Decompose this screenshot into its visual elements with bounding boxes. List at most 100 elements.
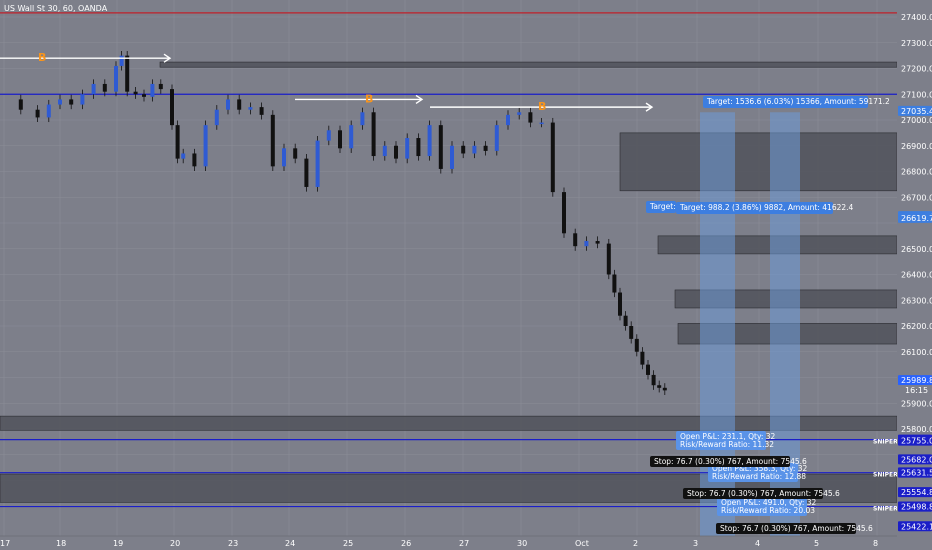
- time-axis-label: 24: [285, 539, 295, 548]
- level-tag: SNIPER: [873, 472, 898, 479]
- candle-body: [175, 125, 180, 159]
- candle-body: [483, 145, 488, 151]
- buy-marker: B: [38, 51, 46, 64]
- time-axis-label: 27: [459, 539, 469, 548]
- candle-body: [46, 104, 51, 118]
- candle-body: [119, 55, 124, 66]
- open-pl-label-text: Risk/Reward Ratio: 12.88: [712, 472, 806, 481]
- price-axis-label: 25554.8: [901, 488, 932, 497]
- candle-body: [125, 55, 130, 92]
- candle-body: [293, 148, 298, 159]
- price-axis-label: 26200.0: [901, 322, 932, 331]
- chart-title: US Wall St 30, 60, OANDA: [4, 4, 108, 13]
- price-axis-label: 25755.0: [901, 437, 932, 446]
- stop-label-text: Stop: 76.7 (0.30%) 767, Amount: 7545.6: [654, 457, 807, 466]
- price-axis-label: 27300.0: [901, 39, 932, 48]
- stop-label: Stop: 76.7 (0.30%) 767, Amount: 7545.6: [716, 523, 873, 534]
- candle-body: [394, 145, 398, 159]
- candle-body: [237, 99, 242, 110]
- candle-body: [282, 148, 286, 167]
- price-axis-label: 25422.1: [901, 522, 932, 531]
- zone-box: [0, 415, 898, 431]
- candle-body: [623, 315, 628, 326]
- level-tag: SNIPER: [873, 439, 898, 446]
- target-label: Target: 988.2 (3.86%) 9882, Amount: 4162…: [676, 202, 854, 214]
- candle-body: [472, 145, 477, 154]
- candle-body: [203, 125, 208, 167]
- candle-body: [651, 374, 656, 386]
- candle-body: [506, 114, 510, 126]
- candle-body: [618, 292, 622, 316]
- open-pl-label: Open P&L: 491.0, Qty: 32Risk/Reward Rati…: [717, 497, 817, 516]
- time-axis-label: 26: [401, 539, 411, 548]
- target-label-text: Target: 1536.6 (6.03%) 15366, Amount: 59…: [706, 97, 890, 106]
- candle-body: [214, 109, 219, 126]
- candle-body: [606, 243, 611, 275]
- candle-body: [349, 125, 354, 149]
- candle-body: [181, 153, 186, 159]
- zone-box: [159, 61, 898, 68]
- candle-body: [562, 192, 566, 234]
- open-pl-label-text: Risk/Reward Ratio: 20.03: [721, 506, 815, 515]
- price-axis-label: 27000.0: [901, 116, 932, 125]
- open-pl-label: Open P&L: 231.1, Qty: 32Risk/Reward Rati…: [676, 431, 776, 450]
- zone-box: [619, 132, 898, 192]
- time-axis-label: 17: [0, 539, 10, 548]
- price-axis[interactable]: 27400.0 27300.0 27200.0 27100.0 27035.427000…: [897, 0, 932, 536]
- time-axis-label: 23: [228, 539, 238, 548]
- candle-body: [360, 112, 365, 126]
- stop-label: Stop: 76.7 (0.30%) 767, Amount: 7545.6: [683, 488, 840, 499]
- target-label: Target: 1536.6 (6.03%) 15366, Amount: 59…: [703, 96, 890, 108]
- level-tag: SNIPER: [873, 506, 898, 513]
- price-axis-label: 26700.0: [901, 193, 932, 202]
- time-axis[interactable]: 17 18 19 20 23 24 25 26 27 30 Oct 2 3 4 5 8: [0, 535, 932, 550]
- time-axis-label: 4: [755, 539, 760, 548]
- price-axis-label: 25498.8: [901, 503, 932, 512]
- price-axis-label: 25631.5: [901, 468, 932, 477]
- time-axis-label: 30: [517, 539, 527, 548]
- price-axis-label: 26400.0: [901, 271, 932, 280]
- price-axis-label: 25900.0: [901, 399, 932, 408]
- candle-body: [528, 112, 533, 123]
- candle-body: [646, 364, 650, 375]
- stop-label-text: Stop: 76.7 (0.30%) 767, Amount: 7545.6: [687, 489, 840, 498]
- price-chart[interactable]: B B B Target: 1536.6 (6.03%) 15366, Amount…: [0, 0, 932, 550]
- candle-body: [338, 130, 342, 149]
- price-axis-label: 25989.8: [901, 376, 932, 385]
- candle-body: [371, 112, 376, 157]
- price-axis-label: 26900.0: [901, 142, 932, 151]
- candle-body: [629, 326, 634, 339]
- target-label-stub: Target: !: [646, 201, 681, 213]
- candle-body: [494, 125, 499, 151]
- candle-body: [315, 140, 320, 187]
- candle-body: [416, 138, 421, 157]
- time-axis-label: 5: [814, 539, 819, 548]
- time-axis-label: Oct: [575, 539, 589, 548]
- time-axis-label: 25: [343, 539, 353, 548]
- candle-body: [192, 153, 197, 167]
- time-axis-label: 3: [693, 539, 698, 548]
- chart-container: B B B Target: 1536.6 (6.03%) 15366, Amount…: [0, 0, 932, 550]
- price-axis-label: 27400.0: [901, 13, 932, 22]
- candle-body: [304, 158, 309, 187]
- price-axis-label: 27200.0: [901, 65, 932, 74]
- candle-body: [662, 387, 667, 391]
- candle-body: [584, 241, 589, 247]
- candle-body: [248, 107, 253, 110]
- candle-body: [461, 145, 466, 154]
- candle-body: [102, 83, 107, 92]
- candle-body: [150, 83, 155, 97]
- price-axis-label: 26100.0: [901, 348, 932, 357]
- candle-body: [226, 99, 230, 110]
- candle-body: [114, 65, 118, 92]
- candle-body: [427, 125, 432, 157]
- price-axis-label: 27035.4: [901, 107, 932, 116]
- candle-body: [170, 89, 174, 126]
- candle-body: [69, 99, 74, 105]
- price-axis-label: 26800.0: [901, 168, 932, 177]
- candle-body: [573, 233, 578, 247]
- buy-marker: B: [365, 92, 373, 105]
- candle-body: [91, 83, 96, 95]
- candle-body: [405, 138, 410, 159]
- stop-label-text: Stop: 76.7 (0.30%) 767, Amount: 7545.6: [720, 524, 873, 533]
